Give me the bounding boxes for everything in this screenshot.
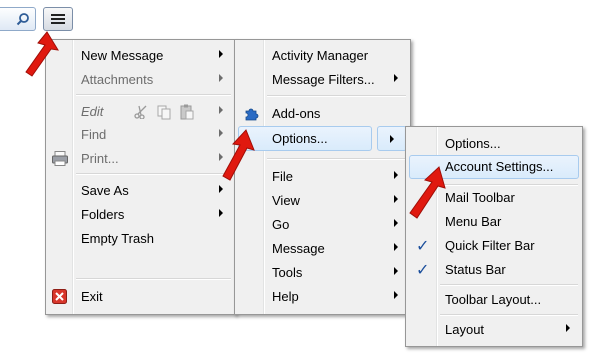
chevron-right-icon: [219, 209, 223, 217]
menu-item-add-ons[interactable]: Add-ons: [235, 103, 410, 125]
exit-icon: [52, 289, 67, 304]
menu-item-label: Toolbar Layout...: [445, 292, 542, 307]
menu-item-label: Add-ons: [272, 106, 321, 121]
menu-item-label: Quick Filter Bar: [445, 238, 535, 253]
red-arrow-icon: [409, 166, 446, 219]
menu-item-label: Account Settings...: [445, 159, 554, 174]
menu-item-options-highlighted[interactable]: Options...: [238, 126, 372, 151]
chevron-right-icon: [390, 135, 394, 143]
app-menu-button[interactable]: [43, 7, 73, 31]
menu-item-message-filters[interactable]: Message Filters...: [235, 69, 410, 91]
menu-item-tools[interactable]: Tools: [235, 262, 410, 284]
chevron-right-icon: [394, 74, 398, 82]
options-submenu-arrow-button[interactable]: [377, 126, 407, 151]
menu-item-layout[interactable]: Layout: [406, 319, 582, 341]
menu-item-label: Empty Trash: [81, 231, 154, 246]
menu-item-file[interactable]: File: [235, 166, 410, 188]
chevron-right-icon: [394, 219, 398, 227]
menu-item-label: Edit: [81, 104, 104, 119]
menu-item-label: Folders: [81, 207, 125, 222]
menu-item-label: Message: [272, 241, 325, 256]
menu-item-label: Find: [81, 127, 107, 142]
chevron-right-icon: [394, 171, 398, 179]
menu-item-label: Mail Toolbar: [445, 190, 515, 205]
chevron-right-icon: [394, 195, 398, 203]
menu-item-label: Go: [272, 217, 290, 232]
chevron-right-icon: [566, 324, 570, 332]
menu-item-toolbar-layout[interactable]: Toolbar Layout...: [406, 289, 582, 311]
menu-item-label: File: [272, 169, 293, 184]
menu-item-message[interactable]: Message: [235, 238, 410, 260]
menu-item-edit[interactable]: Edit: [46, 101, 235, 123]
cut-icon: [134, 105, 147, 119]
search-button[interactable]: [0, 7, 36, 31]
paste-icon: [180, 104, 194, 120]
menu-item-attachments[interactable]: Attachments: [46, 69, 235, 91]
check-icon: ✓: [416, 238, 430, 255]
menu-item-exit[interactable]: Exit: [46, 286, 235, 308]
menu-item-label: Exit: [81, 289, 103, 304]
chevron-right-icon: [219, 50, 223, 58]
menu-item-label: Activity Manager: [272, 48, 369, 63]
menu-item-label: New Message: [81, 48, 164, 63]
printer-icon: [52, 151, 68, 166]
menu-item-label: Options...: [445, 136, 501, 151]
chevron-right-icon: [219, 106, 223, 114]
menu-item-empty-trash[interactable]: Empty Trash: [46, 228, 235, 250]
red-arrow-icon: [222, 129, 255, 181]
tools-submenu: Activity Manager Message Filters... Add-…: [234, 39, 411, 315]
menu-item-label: Attachments: [81, 72, 154, 87]
menu-item-folders[interactable]: Folders: [46, 204, 235, 226]
chevron-right-icon: [219, 74, 223, 82]
menu-item-label: Help: [272, 289, 299, 304]
menu-item-label: View: [272, 193, 300, 208]
hamburger-menu-icon: [51, 14, 65, 24]
red-arrow-icon: [25, 31, 59, 77]
chevron-right-icon: [219, 185, 223, 193]
chevron-right-icon: [394, 243, 398, 251]
chevron-right-icon: [394, 267, 398, 275]
options-submenu: Options... Account Settings... Mail Tool…: [405, 126, 583, 347]
menu-item-save-as[interactable]: Save As: [46, 180, 235, 202]
menu-item-label: Layout: [445, 322, 485, 337]
menu-item-view[interactable]: View: [235, 190, 410, 212]
menu-item-options[interactable]: Options...: [406, 133, 582, 155]
menu-item-print[interactable]: Print...: [46, 148, 235, 170]
menu-item-label: Print...: [81, 151, 119, 166]
menu-item-label: Status Bar: [445, 262, 506, 277]
menu-item-label: Message Filters...: [272, 72, 375, 87]
menu-item-go[interactable]: Go: [235, 214, 410, 236]
menu-item-new-message[interactable]: New Message: [46, 45, 235, 67]
app-menu: New Message Attachments Edit Find Print.…: [45, 39, 236, 315]
menu-item-label: Save As: [81, 183, 129, 198]
search-icon: [16, 13, 29, 26]
menu-item-quick-filter-bar[interactable]: ✓ Quick Filter Bar: [406, 235, 582, 257]
menu-item-help[interactable]: Help: [235, 286, 410, 308]
menu-item-label: Tools: [272, 265, 303, 280]
chevron-right-icon: [394, 291, 398, 299]
menu-item-label: Menu Bar: [445, 214, 502, 229]
copy-icon: [157, 105, 171, 120]
puzzle-icon: [245, 108, 259, 121]
menu-item-status-bar[interactable]: ✓ Status Bar: [406, 259, 582, 281]
menu-item-activity-manager[interactable]: Activity Manager: [235, 45, 410, 67]
check-icon: ✓: [416, 262, 430, 279]
menu-item-find[interactable]: Find: [46, 124, 235, 146]
menu-item-label: Options...: [272, 131, 328, 146]
